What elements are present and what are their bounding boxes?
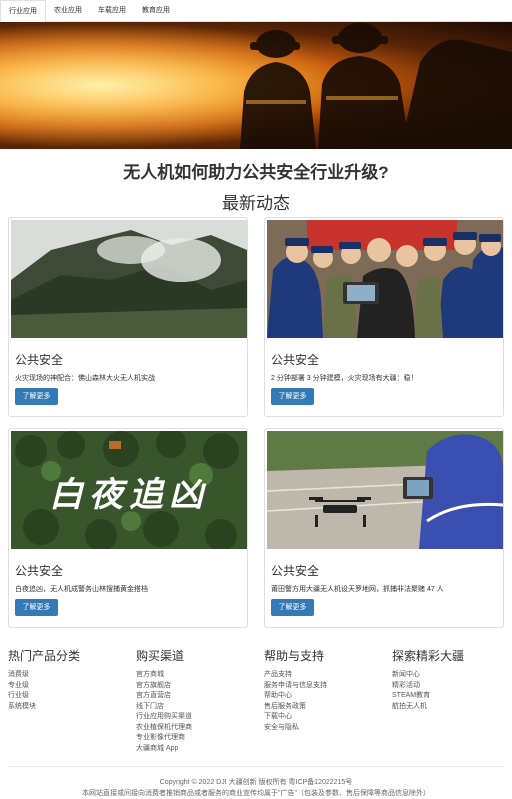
news-card[interactable]: 公共安全 火灾现场的神配合：佛山森林大火无人机实战 了解更多 bbox=[8, 217, 248, 417]
card-summary: 白夜追凶，无人机成警务山林搜捕黄金搭档 bbox=[15, 586, 148, 593]
firefighters-team-image bbox=[267, 220, 503, 338]
tab-education[interactable]: 教育应用 bbox=[134, 0, 178, 22]
learn-more-button[interactable]: 了解更多 bbox=[15, 599, 58, 616]
footer-link[interactable]: 帮助中心 bbox=[264, 691, 384, 702]
footer-link[interactable]: 专业级 bbox=[8, 681, 128, 692]
card-category: 公共安全 bbox=[15, 564, 64, 578]
footer-column-title: 热门产品分类 bbox=[8, 649, 81, 663]
footer-column-title: 探索精彩大疆 bbox=[392, 649, 465, 663]
footer-link[interactable]: 官方商城 bbox=[136, 670, 256, 681]
footer-column-title: 购买渠道 bbox=[136, 649, 185, 663]
section-title-latest-news: 最新动态 bbox=[222, 194, 290, 213]
footer-link[interactable]: 农业植保机代理商 bbox=[136, 723, 256, 734]
footer-column-support: 帮助与支持 产品支持 服务申请与信息支持 帮助中心 售后服务政策 下载中心 安全… bbox=[264, 647, 384, 733]
footer-column-title: 帮助与支持 bbox=[264, 649, 325, 663]
footer-link[interactable]: 线下门店 bbox=[136, 702, 256, 713]
footer-link[interactable]: 售后服务政策 bbox=[264, 702, 384, 713]
tab-vehicle[interactable]: 车载应用 bbox=[90, 0, 134, 22]
page-headline: 无人机如何助力公共安全行业升级? bbox=[123, 163, 389, 182]
footer-link[interactable]: 消费级 bbox=[8, 670, 128, 681]
learn-more-button[interactable]: 了解更多 bbox=[271, 388, 314, 405]
news-card[interactable]: 公共安全 莆田警方用大疆无人机设天罗地网，抓捕非法聚赌 47 人 了解更多 bbox=[264, 428, 504, 628]
footer-link[interactable]: 行业级 bbox=[8, 691, 128, 702]
footer-link[interactable]: 下载中心 bbox=[264, 712, 384, 723]
footer-link[interactable]: 行业应用购买渠道 bbox=[136, 712, 256, 723]
tab-industry[interactable]: 行业应用 bbox=[0, 0, 46, 23]
card-summary: 2 分钟部署 3 分钟建模，火灾现场有大疆：稳！ bbox=[271, 375, 418, 382]
footer-link[interactable]: 航拍无人机 bbox=[392, 702, 512, 713]
copyright-text: Copyright © 2022 DJI 大疆创新 版权所有 粤ICP备1202… bbox=[159, 779, 353, 786]
top-tab-bar: 行业应用 农业应用 车载应用 教育应用 bbox=[0, 0, 512, 23]
learn-more-button[interactable]: 了解更多 bbox=[271, 599, 314, 616]
drone-operator-image bbox=[267, 431, 503, 549]
learn-more-button[interactable]: 了解更多 bbox=[15, 388, 58, 405]
card-summary: 莆田警方用大疆无人机设天罗地网，抓捕非法聚赌 47 人 bbox=[271, 586, 444, 593]
card-image-calligraphy: 白夜追凶 bbox=[49, 475, 209, 515]
footer-link[interactable]: STEAM教育 bbox=[392, 691, 512, 702]
footer-link[interactable]: 官方直营店 bbox=[136, 691, 256, 702]
news-card[interactable]: 白夜追凶 公共安全 白夜追凶，无人机成警务山林搜捕黄金搭档 了解更多 bbox=[8, 428, 248, 628]
tab-agriculture[interactable]: 农业应用 bbox=[46, 0, 90, 22]
card-category: 公共安全 bbox=[271, 353, 320, 367]
footer-link[interactable]: 产品支持 bbox=[264, 670, 384, 681]
footer-link[interactable]: 大疆商城 App bbox=[136, 744, 256, 755]
footer-column-purchase: 购买渠道 官方商城 官方旗舰店 官方直营店 线下门店 行业应用购买渠道 农业植保… bbox=[136, 647, 256, 754]
footer-link[interactable]: 服务申请与信息支持 bbox=[264, 681, 384, 692]
footer-divider bbox=[8, 766, 504, 767]
footer-link[interactable]: 专业影像代理商 bbox=[136, 733, 256, 744]
footer-link[interactable]: 官方旗舰店 bbox=[136, 681, 256, 692]
footer-link[interactable]: 安全与隐私 bbox=[264, 723, 384, 734]
footer-column-products: 热门产品分类 消费级 专业级 行业级 系统模块 bbox=[8, 647, 128, 712]
forest-fire-image bbox=[11, 220, 247, 338]
hero-banner-firefighters bbox=[0, 22, 512, 149]
card-category: 公共安全 bbox=[15, 353, 64, 367]
footer-link[interactable]: 精彩活动 bbox=[392, 681, 512, 692]
footer-column-explore: 探索精彩大疆 新闻中心 精彩活动 STEAM教育 航拍无人机 bbox=[392, 647, 512, 712]
card-summary: 火灾现场的神配合：佛山森林大火无人机实战 bbox=[15, 375, 155, 382]
card-category: 公共安全 bbox=[271, 564, 320, 578]
news-card[interactable]: 公共安全 2 分钟部署 3 分钟建模，火灾现场有大疆：稳！ 了解更多 bbox=[264, 217, 504, 417]
advertising-notice: 本网站直接或间接向消费者推销商品或者服务的商业宣传均属于"广告"（包装及参数、售… bbox=[82, 790, 430, 797]
footer-link[interactable]: 新闻中心 bbox=[392, 670, 512, 681]
footer-link[interactable]: 系统模块 bbox=[8, 702, 128, 713]
forest-search-image: 白夜追凶 bbox=[11, 431, 247, 549]
